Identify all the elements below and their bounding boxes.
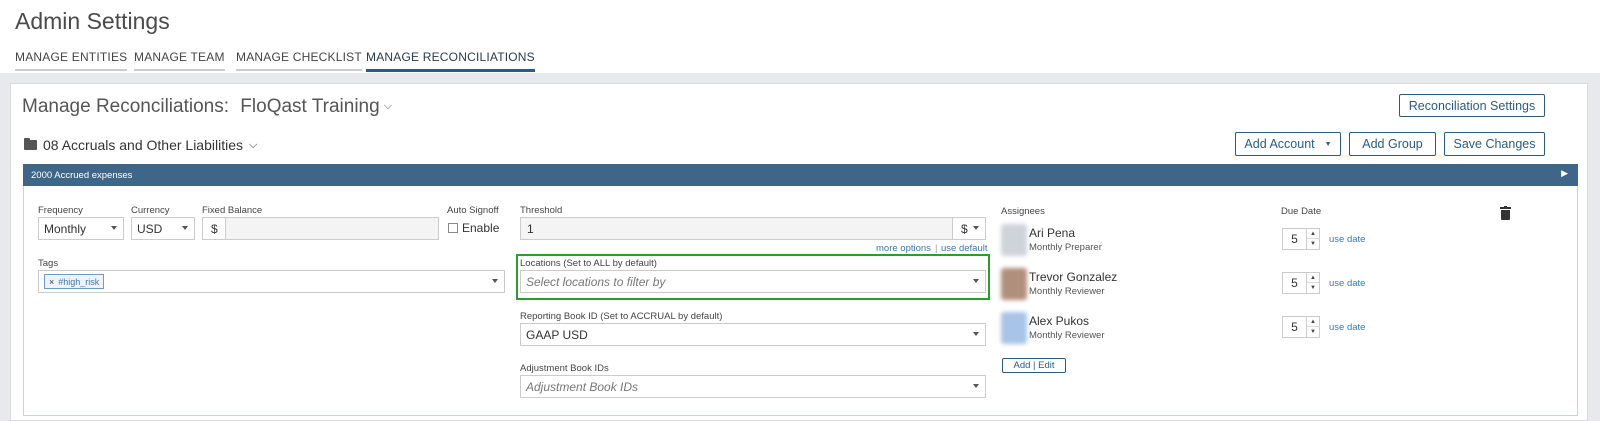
use-date-link[interactable]: use date: [1329, 278, 1365, 289]
tab-manage-team[interactable]: MANAGE TEAM: [134, 50, 225, 71]
stepper-up-icon[interactable]: ▲: [1307, 273, 1319, 283]
reporting-book-select[interactable]: GAAP USD: [520, 323, 986, 346]
fixed-balance-input[interactable]: [225, 217, 439, 240]
add-edit-assignees-button[interactable]: Add | Edit: [1002, 358, 1066, 373]
link-separator: |: [935, 243, 938, 254]
locations-select[interactable]: Select locations to filter by: [520, 270, 986, 293]
due-date-input[interactable]: 5: [1282, 272, 1307, 294]
group-name: 08 Accruals and Other Liabilities: [43, 137, 243, 153]
use-default-link[interactable]: use default: [941, 243, 987, 254]
tags-label: Tags: [38, 258, 59, 269]
currency-value: USD: [137, 221, 163, 236]
caret-down-icon: [492, 279, 498, 283]
frequency-select[interactable]: Monthly: [38, 217, 124, 240]
adjustment-books-label: Adjustment Book IDs: [520, 363, 609, 374]
due-date-stepper[interactable]: ▲ ▼: [1307, 272, 1320, 294]
reconciliations-title: Manage Reconciliations: FloQast Training…: [22, 96, 392, 118]
tab-manage-checklist[interactable]: MANAGE CHECKLIST: [236, 50, 362, 71]
stepper-up-icon[interactable]: ▲: [1307, 317, 1319, 327]
assignees-label: Assignees: [1001, 206, 1045, 217]
add-account-label: Add Account: [1244, 137, 1315, 151]
auto-signoff-label: Auto Signoff: [447, 205, 499, 216]
caret-down-icon: ▼: [1324, 140, 1332, 148]
group-selector[interactable]: 08 Accruals and Other Liabilities ⌵: [24, 137, 257, 153]
chevron-right-icon[interactable]: ▶: [1561, 168, 1568, 179]
auto-signoff-checkbox[interactable]: [448, 223, 458, 233]
assignee-role: Monthly Preparer: [1029, 242, 1102, 253]
threshold-unit: $: [961, 221, 968, 236]
avatar: [1001, 312, 1027, 344]
assignee-name: Ari Pena: [1029, 226, 1076, 240]
caret-down-icon: [973, 226, 979, 230]
due-date-input[interactable]: 5: [1282, 228, 1307, 250]
more-options-link[interactable]: more options: [876, 243, 931, 254]
caret-down-icon: [973, 279, 979, 283]
caret-down-icon: [182, 226, 188, 230]
fixed-balance-label: Fixed Balance: [202, 205, 263, 216]
reconciliations-title-label: Manage Reconciliations:: [22, 96, 230, 117]
threshold-label: Threshold: [520, 205, 563, 216]
stepper-down-icon[interactable]: ▼: [1307, 327, 1319, 337]
frequency-value: Monthly: [44, 221, 87, 236]
save-changes-button[interactable]: Save Changes: [1444, 132, 1545, 156]
header: Admin Settings MANAGE ENTITIES MANAGE TE…: [0, 0, 1600, 73]
stepper-down-icon[interactable]: ▼: [1307, 283, 1319, 293]
reporting-book-label: Reporting Book ID (Set to ACCRUAL by def…: [520, 311, 723, 322]
caret-down-icon: [111, 226, 117, 230]
use-date-link[interactable]: use date: [1329, 322, 1365, 333]
avatar: [1001, 268, 1027, 300]
fixed-balance-prefix: $: [202, 217, 226, 240]
assignee-name: Trevor Gonzalez: [1029, 270, 1118, 284]
due-date-input[interactable]: 5: [1282, 316, 1307, 338]
page-title: Admin Settings: [15, 8, 170, 34]
tag-chip: × #high_risk: [44, 274, 105, 289]
folder-icon: [24, 138, 37, 150]
frequency-label: Frequency: [38, 205, 83, 216]
account-name: 2000 Accrued expenses: [31, 169, 133, 181]
locations-label: Locations (Set to ALL by default): [520, 258, 657, 269]
tab-manage-reconciliations[interactable]: MANAGE RECONCILIATIONS: [366, 50, 535, 72]
due-date-stepper[interactable]: ▲ ▼: [1307, 228, 1320, 250]
stepper-down-icon[interactable]: ▼: [1307, 239, 1319, 249]
tab-manage-entities[interactable]: MANAGE ENTITIES: [15, 50, 128, 71]
caret-down-icon: [973, 384, 979, 388]
currency-select[interactable]: USD: [131, 217, 195, 240]
assignee-name: Alex Pukos: [1029, 314, 1090, 328]
threshold-unit-select[interactable]: $: [952, 217, 986, 240]
chevron-down-icon: ⌵: [383, 100, 393, 112]
add-group-button[interactable]: Add Group: [1349, 132, 1436, 156]
adjustment-books-placeholder: Adjustment Book IDs: [526, 379, 639, 394]
reporting-book-value: GAAP USD: [526, 327, 588, 342]
assignee-role: Monthly Reviewer: [1029, 286, 1105, 297]
caret-down-icon: [973, 332, 979, 336]
due-date-stepper[interactable]: ▲ ▼: [1307, 316, 1320, 338]
threshold-input[interactable]: 1: [520, 217, 953, 240]
due-date-label: Due Date: [1281, 206, 1322, 217]
tags-select[interactable]: × #high_risk: [38, 270, 505, 293]
add-account-button[interactable]: Add Account ▼: [1235, 132, 1341, 156]
tag-label: #high_risk: [58, 276, 100, 287]
entity-selector[interactable]: FloQast Training ⌵: [240, 96, 392, 117]
stepper-up-icon[interactable]: ▲: [1307, 229, 1319, 239]
use-date-link[interactable]: use date: [1329, 234, 1365, 245]
assignee-role: Monthly Reviewer: [1029, 330, 1105, 341]
adjustment-books-select[interactable]: Adjustment Book IDs: [520, 375, 986, 398]
account-header[interactable]: 2000 Accrued expenses ▶: [23, 164, 1578, 186]
avatar: [1001, 224, 1027, 256]
chevron-down-icon: ⌵: [249, 138, 258, 151]
locations-placeholder: Select locations to filter by: [526, 274, 666, 289]
reconciliation-settings-button[interactable]: Reconciliation Settings: [1399, 94, 1545, 117]
tag-remove-icon[interactable]: ×: [49, 277, 54, 287]
currency-label: Currency: [131, 205, 170, 216]
entity-name: FloQast Training: [240, 96, 380, 117]
trash-icon[interactable]: [1500, 206, 1511, 220]
auto-signoff-option: Enable: [462, 221, 500, 235]
